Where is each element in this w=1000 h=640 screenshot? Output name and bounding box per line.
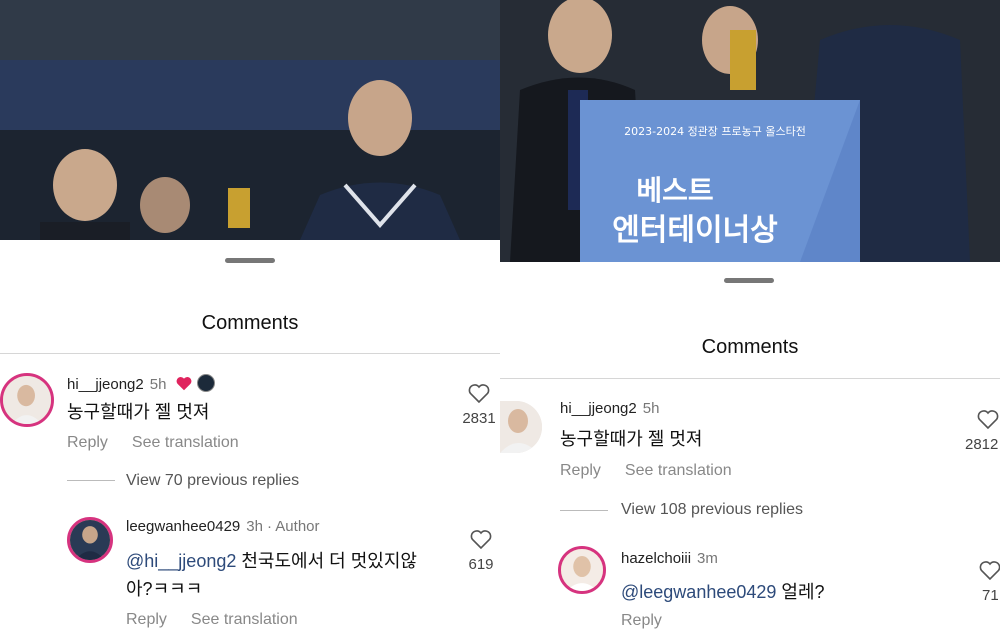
comment-text-body: 얼레? — [776, 582, 825, 602]
comment-text: @hi__jjeong2 천국도에서 더 멋있지않 아?ㅋㅋㅋ — [126, 547, 456, 603]
avatar[interactable] — [0, 373, 54, 427]
view-previous-replies-button[interactable]: View 108 previous replies — [621, 501, 803, 519]
comment-header: hazelchoiii 3m — [621, 550, 718, 567]
comment-actions: Reply See translation — [126, 611, 322, 629]
like-count: 2831 — [462, 410, 496, 427]
avatar[interactable] — [558, 546, 606, 594]
comment-text: 농구할때가 젤 멋져 — [560, 429, 703, 449]
see-translation-button[interactable]: See translation — [625, 462, 732, 479]
banner-line-award: 엔터테이너상 — [612, 213, 778, 248]
comment-text-line2: 아?ㅋㅋㅋ — [126, 579, 203, 599]
heart-outline-icon[interactable] — [469, 528, 493, 550]
comment-text-line1: 천국도에서 더 멋있지않 — [236, 551, 417, 571]
comment-header: hi__jjeong2 5h — [560, 400, 659, 417]
title-divider — [500, 378, 1000, 379]
comments-title: Comments — [701, 336, 799, 358]
comment-time: 3h — [246, 518, 263, 535]
post-photo — [0, 0, 500, 240]
mention-link[interactable]: @leegwanhee0429 — [621, 582, 776, 602]
red-heart-icon — [176, 377, 192, 391]
avatar[interactable] — [67, 517, 113, 563]
see-translation-button[interactable]: See translation — [191, 611, 298, 628]
avatar[interactable] — [500, 401, 542, 453]
heart-outline-icon[interactable] — [978, 559, 1000, 581]
left-screenshot-panel: Comments hi__jjeong2 5h 농구할때가 젤 멋져 Reply S… — [0, 0, 500, 640]
mention-link[interactable]: @hi__jjeong2 — [126, 551, 236, 571]
comments-title: Comments — [201, 312, 299, 334]
like-count: 2812 — [965, 436, 999, 453]
reply-button[interactable]: Reply — [560, 462, 601, 479]
banner-line-best: 베스트 — [636, 174, 713, 207]
username[interactable]: hi__jjeong2 — [560, 400, 637, 417]
username[interactable]: hazelchoiii — [621, 550, 691, 567]
right-screenshot-panel: 2023-2024 정관장 프로농구 올스타전 베스트 엔터테이너상 Comme… — [500, 0, 1000, 640]
view-previous-replies-button[interactable]: View 70 previous replies — [126, 472, 299, 490]
comment-header: leegwanhee0429 3h · Author — [126, 518, 320, 535]
comment-time: 5h — [149, 376, 167, 393]
username[interactable]: hi__jjeong2 — [67, 376, 144, 393]
comment-actions: Reply See translation — [560, 462, 756, 480]
username[interactable]: leegwanhee0429 — [126, 518, 240, 535]
see-translation-button[interactable]: See translation — [132, 434, 239, 451]
drag-handle-icon[interactable] — [225, 258, 275, 263]
comment-actions: Reply See translation — [67, 434, 263, 452]
heart-outline-icon[interactable] — [976, 408, 1000, 430]
comment-actions: Reply — [621, 612, 686, 630]
comment-header: hi__jjeong2 5h — [67, 374, 215, 393]
author-like-avatar — [196, 374, 215, 392]
drag-handle-icon[interactable] — [724, 278, 774, 283]
reply-button[interactable]: Reply — [621, 612, 662, 629]
comments-sheet: Comments hi__jjeong2 5h 농구할때가 젤 멋져 Reply S… — [0, 240, 500, 640]
arena-photo-illustration — [0, 0, 500, 240]
replies-line — [560, 510, 608, 511]
replies-line — [67, 480, 115, 481]
title-divider — [0, 353, 500, 354]
comment-text: @leegwanhee0429 얼레? — [621, 578, 825, 606]
comment-text: 농구할때가 젤 멋져 — [67, 402, 210, 422]
post-photo: 2023-2024 정관장 프로농구 올스타전 베스트 엔터테이너상 — [500, 0, 1000, 262]
heart-outline-icon[interactable] — [467, 382, 491, 404]
like-count: 619 — [468, 556, 494, 573]
comment-time: 3m — [697, 550, 718, 567]
reply-button[interactable]: Reply — [126, 611, 167, 628]
comment-time: 5h — [642, 400, 660, 417]
like-count: 71 — [982, 587, 999, 604]
author-badge: · Author — [266, 518, 320, 535]
banner-subtitle: 2023-2024 정관장 프로농구 올스타전 — [624, 125, 806, 138]
comments-sheet: Comments hi__jjeong2 5h 농구할때가 젤 멋져 Reply S… — [500, 262, 1000, 640]
award-photo-illustration: 2023-2024 정관장 프로농구 올스타전 베스트 엔터테이너상 — [500, 0, 1000, 262]
reply-button[interactable]: Reply — [67, 434, 108, 451]
